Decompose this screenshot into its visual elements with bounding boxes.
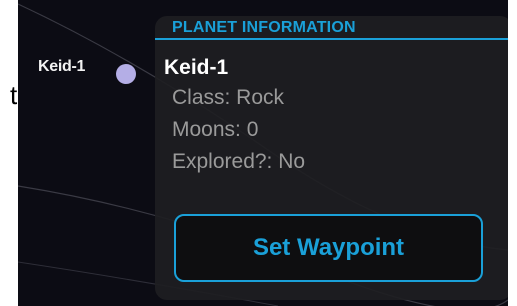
planet-moons: Moons: 0 xyxy=(172,118,259,141)
set-waypoint-button[interactable]: Set Waypoint xyxy=(174,214,483,282)
clipped-text-fragment: t xyxy=(10,80,18,110)
right-margin xyxy=(508,0,517,306)
planet-marker[interactable] xyxy=(116,64,136,84)
left-margin: t xyxy=(0,0,18,306)
star-map[interactable]: Keid-1 PLANET INFORMATION Keid-1 Class: … xyxy=(18,0,508,306)
panel-header: PLANET INFORMATION xyxy=(155,16,508,40)
screenshot-stage: t Keid-1 PLANET INFORMATION Keid-1 Class… xyxy=(0,0,517,306)
planet-name: Keid-1 xyxy=(164,56,229,79)
planet-explored-status: Explored?: No xyxy=(172,150,306,173)
planet-label: Keid-1 xyxy=(38,58,86,75)
planet-info-panel: PLANET INFORMATION Keid-1 Class: Rock Mo… xyxy=(155,16,508,300)
planet-class: Class: Rock xyxy=(172,86,285,109)
